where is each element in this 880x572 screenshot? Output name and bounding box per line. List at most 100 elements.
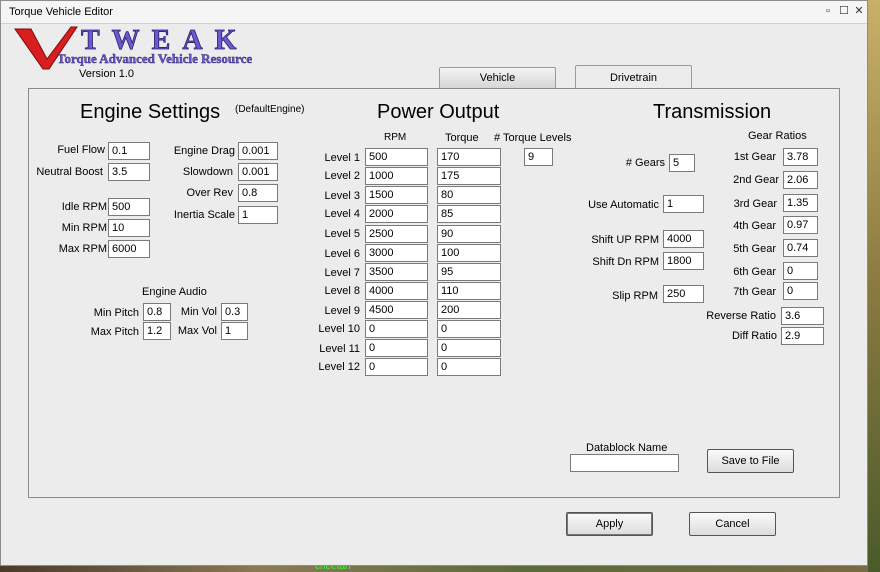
level-6-rpm-input[interactable] — [365, 244, 428, 262]
inertia-scale-input[interactable] — [238, 206, 278, 224]
min-vol-input[interactable] — [221, 303, 248, 321]
level-10-label: Level 10 — [318, 323, 360, 335]
engine-settings-heading: Engine Settings — [80, 101, 221, 123]
gear-ratios-heading: Gear Ratios — [748, 130, 807, 142]
slowdown-input[interactable] — [238, 163, 278, 181]
level-12-label: Level 12 — [318, 361, 360, 373]
level-9-torque-input[interactable] — [437, 301, 501, 319]
engine-drag-input[interactable] — [238, 142, 278, 160]
level-3-rpm-input[interactable] — [365, 186, 428, 204]
apply-button[interactable]: Apply — [566, 512, 653, 536]
diff-ratio-label: Diff Ratio — [731, 330, 777, 342]
shift-dn-rpm-label: Shift Dn RPM — [592, 256, 659, 268]
power-output-heading: Power Output — [377, 101, 500, 123]
max-pitch-input[interactable] — [143, 322, 171, 340]
gear-2-label: 2nd Gear — [733, 174, 779, 186]
minimize-icon[interactable]: ▫ — [821, 4, 835, 18]
diff-ratio-input[interactable] — [781, 327, 824, 345]
slowdown-label: Slowdown — [182, 166, 233, 178]
min-rpm-label: Min RPM — [61, 222, 107, 234]
inertia-scale-label: Inertia Scale — [173, 209, 235, 221]
shift-dn-rpm-input[interactable] — [663, 252, 704, 270]
max-vol-label: Max Vol — [177, 325, 217, 337]
level-4-torque-input[interactable] — [437, 205, 501, 223]
gear-6-label: 6th Gear — [733, 266, 776, 278]
gear-5-input[interactable] — [783, 239, 818, 257]
level-11-torque-input[interactable] — [437, 339, 501, 357]
level-8-rpm-input[interactable] — [365, 282, 428, 300]
min-pitch-label: Min Pitch — [93, 307, 139, 319]
level-9-label: Level 9 — [324, 305, 360, 317]
gear-3-input[interactable] — [783, 194, 818, 212]
use-automatic-label: Use Automatic — [588, 199, 659, 211]
level-11-label: Level 11 — [319, 343, 360, 355]
slip-rpm-input[interactable] — [663, 285, 704, 303]
cancel-button[interactable]: Cancel — [689, 512, 776, 536]
torque-levels-label: # Torque Levels — [494, 132, 572, 144]
level-5-rpm-input[interactable] — [365, 225, 428, 243]
save-to-file-button[interactable]: Save to File — [707, 449, 794, 473]
min-pitch-input[interactable] — [143, 303, 171, 321]
level-8-label: Level 8 — [324, 285, 360, 297]
idle-rpm-label: Idle RPM — [61, 201, 107, 213]
reverse-ratio-input[interactable] — [781, 307, 824, 325]
neutral-boost-input[interactable] — [108, 163, 150, 181]
level-2-torque-input[interactable] — [437, 167, 501, 185]
level-10-torque-input[interactable] — [437, 320, 501, 338]
min-vol-label: Min Vol — [180, 306, 217, 318]
version-label: Version 1.0 — [79, 68, 135, 80]
fuel-flow-input[interactable] — [108, 142, 150, 160]
gear-7-input[interactable] — [783, 282, 818, 300]
max-rpm-label: Max RPM — [58, 243, 107, 255]
gear-4-input[interactable] — [783, 216, 818, 234]
engine-drag-label: Engine Drag — [173, 145, 235, 157]
neutral-boost-label: Neutral Boost — [36, 166, 103, 178]
over-rev-label: Over Rev — [186, 187, 233, 199]
level-6-label: Level 6 — [324, 248, 360, 260]
gear-1-label: 1st Gear — [733, 151, 776, 163]
level-3-torque-input[interactable] — [437, 186, 501, 204]
level-8-torque-input[interactable] — [437, 282, 501, 300]
over-rev-input[interactable] — [238, 184, 278, 202]
datablock-name-input[interactable] — [570, 454, 679, 472]
editor-window: Torque Vehicle Editor ▫ ☐ ✕ TWEAK Torque… — [0, 0, 868, 566]
torque-levels-input[interactable] — [524, 148, 553, 166]
title-bar: Torque Vehicle Editor ▫ ☐ ✕ — [1, 1, 867, 24]
tab-drivetrain[interactable]: Drivetrain — [575, 65, 692, 89]
level-2-rpm-input[interactable] — [365, 167, 428, 185]
level-7-rpm-input[interactable] — [365, 263, 428, 281]
level-1-torque-input[interactable] — [437, 148, 501, 166]
gear-1-input[interactable] — [783, 148, 818, 166]
gear-2-input[interactable] — [783, 171, 818, 189]
fuel-flow-label: Fuel Flow — [57, 144, 105, 156]
tweak-logo: TWEAK Torque Advanced Vehicle Resource — [14, 25, 253, 70]
close-icon[interactable]: ✕ — [852, 4, 866, 18]
level-10-rpm-input[interactable] — [365, 320, 428, 338]
level-3-label: Level 3 — [324, 190, 360, 202]
gear-5-label: 5th Gear — [733, 243, 776, 255]
max-rpm-input[interactable] — [108, 240, 150, 258]
level-11-rpm-input[interactable] — [365, 339, 428, 357]
gear-6-input[interactable] — [783, 262, 818, 280]
min-rpm-input[interactable] — [108, 219, 150, 237]
slip-rpm-label: Slip RPM — [612, 290, 658, 302]
level-4-label: Level 4 — [324, 208, 360, 220]
level-12-torque-input[interactable] — [437, 358, 501, 376]
level-7-torque-input[interactable] — [437, 263, 501, 281]
level-2-label: Level 2 — [324, 170, 360, 182]
maximize-icon[interactable]: ☐ — [837, 4, 851, 18]
shift-up-rpm-label: Shift UP RPM — [591, 234, 659, 246]
shift-up-rpm-input[interactable] — [663, 230, 704, 248]
level-1-rpm-input[interactable] — [365, 148, 428, 166]
level-9-rpm-input[interactable] — [365, 301, 428, 319]
level-5-torque-input[interactable] — [437, 225, 501, 243]
transmission-heading: Transmission — [653, 101, 772, 123]
tab-vehicle[interactable]: Vehicle — [439, 67, 556, 88]
level-4-rpm-input[interactable] — [365, 205, 428, 223]
max-vol-input[interactable] — [221, 322, 248, 340]
use-automatic-input[interactable] — [663, 195, 704, 213]
gears-input[interactable] — [669, 154, 695, 172]
level-12-rpm-input[interactable] — [365, 358, 428, 376]
idle-rpm-input[interactable] — [108, 198, 150, 216]
level-6-torque-input[interactable] — [437, 244, 501, 262]
